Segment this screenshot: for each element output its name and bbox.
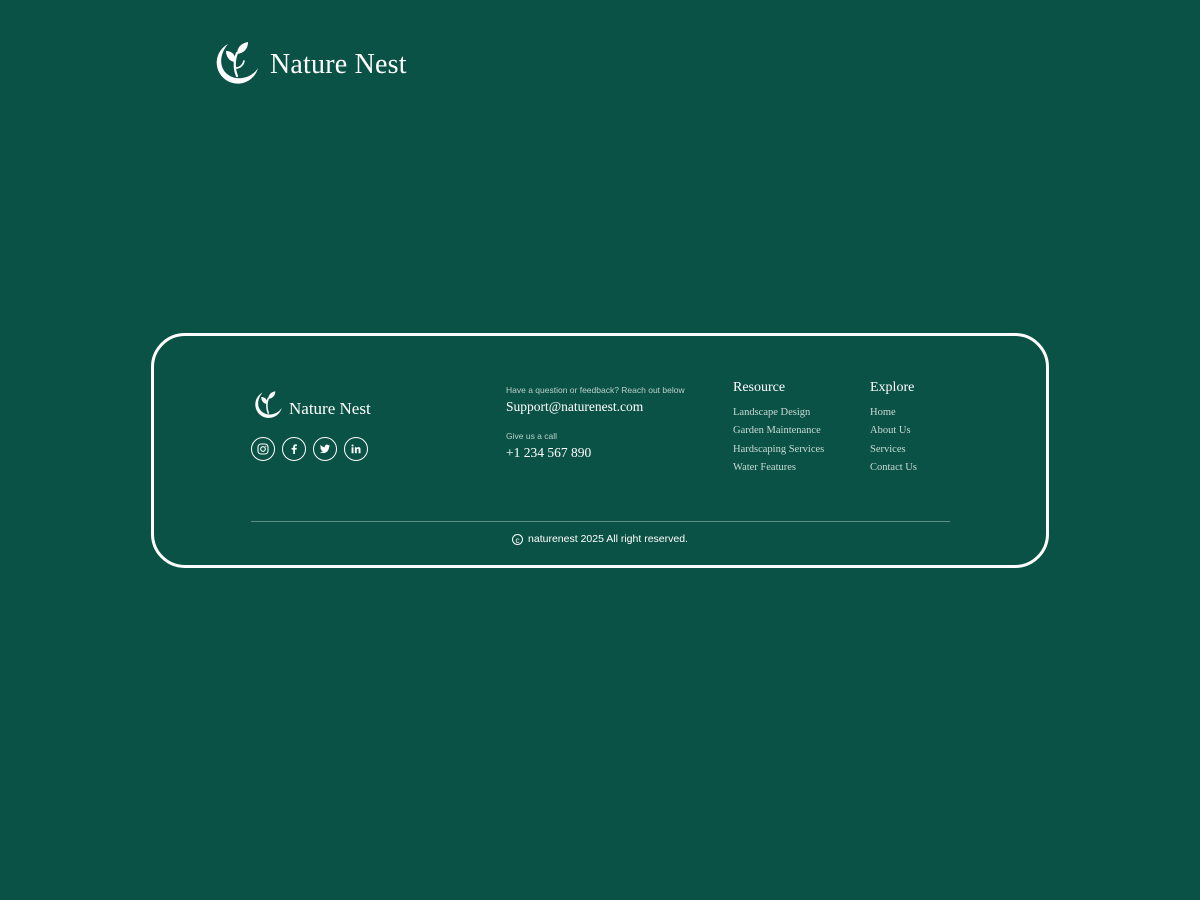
facebook-button[interactable] bbox=[282, 437, 306, 461]
twitter-icon bbox=[319, 444, 330, 454]
phone-link[interactable]: +1 234 567 890 bbox=[506, 445, 685, 461]
explore-link-contact-us[interactable]: Contact Us bbox=[870, 459, 917, 477]
copyright-text: naturenest 2025 All right reserved. bbox=[528, 533, 688, 545]
explore-column: Explore Home About Us Services Contact U… bbox=[870, 380, 917, 477]
support-email-link[interactable]: Support@naturenest.com bbox=[506, 399, 685, 415]
explore-link-home[interactable]: Home bbox=[870, 404, 917, 422]
footer-brand-column: Nature Nest bbox=[251, 390, 371, 461]
copyright-bar: c naturenest 2025 All right reserved. bbox=[154, 533, 1046, 545]
copyright-icon: c bbox=[512, 533, 524, 545]
contact-column: Have a question or feedback? Reach out b… bbox=[506, 384, 685, 461]
leaf-sprout-logo-icon bbox=[210, 40, 260, 90]
resource-column: Resource Landscape Design Garden Mainten… bbox=[733, 380, 824, 477]
linkedin-button[interactable] bbox=[344, 437, 368, 461]
footer-logo[interactable]: Nature Nest bbox=[251, 390, 371, 427]
header-logo-link[interactable]: Nature Nest bbox=[210, 40, 407, 90]
email-label: Have a question or feedback? Reach out b… bbox=[506, 385, 685, 395]
footer-brand-name: Nature Nest bbox=[289, 398, 371, 418]
resource-link-water-features[interactable]: Water Features bbox=[733, 459, 824, 477]
footer-card: Nature Nest Have a question or feedback?… bbox=[151, 333, 1049, 568]
instagram-button[interactable] bbox=[251, 437, 275, 461]
explore-link-about-us[interactable]: About Us bbox=[870, 422, 917, 440]
facebook-icon bbox=[291, 444, 297, 454]
resource-links: Landscape Design Garden Maintenance Hard… bbox=[733, 404, 824, 477]
resource-title: Resource bbox=[733, 380, 786, 395]
phone-label: Give us a call bbox=[506, 431, 558, 441]
social-links bbox=[251, 437, 371, 461]
linkedin-icon bbox=[351, 444, 361, 454]
resource-link-garden-maintenance[interactable]: Garden Maintenance bbox=[733, 422, 824, 440]
resource-link-landscape-design[interactable]: Landscape Design bbox=[733, 404, 824, 422]
leaf-sprout-logo-icon bbox=[251, 390, 283, 427]
explore-links: Home About Us Services Contact Us bbox=[870, 404, 917, 477]
instagram-icon bbox=[257, 443, 269, 455]
header-brand-name: Nature Nest bbox=[270, 49, 407, 80]
footer-divider bbox=[251, 521, 950, 522]
resource-link-hardscaping-services[interactable]: Hardscaping Services bbox=[733, 441, 824, 459]
phone-group: Give us a call +1 234 567 890 bbox=[506, 430, 685, 461]
explore-link-services[interactable]: Services bbox=[870, 441, 917, 459]
explore-title: Explore bbox=[870, 380, 915, 395]
twitter-button[interactable] bbox=[313, 437, 337, 461]
